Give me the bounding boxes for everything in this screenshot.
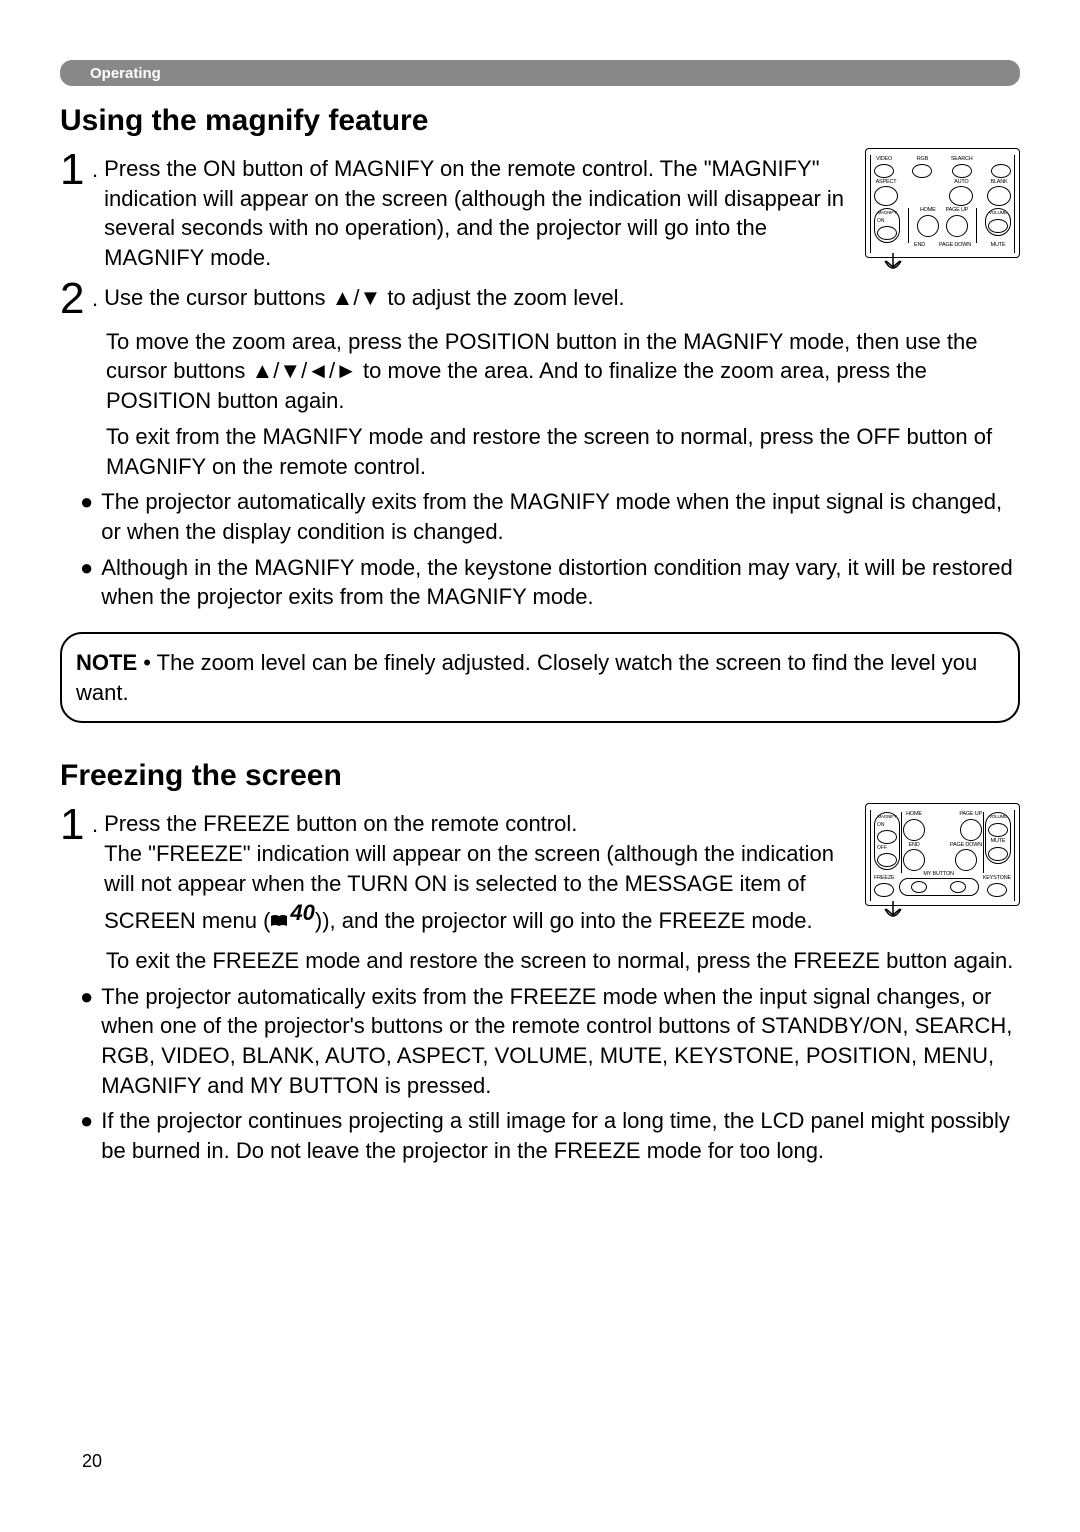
magnify-step-1: 1 . Press the ON button of MAGNIFY on th… [60,148,845,273]
callout-arrow-icon [882,901,904,923]
home-button [917,215,939,237]
volume-group: VOLUME [985,208,1011,236]
magnify-step1-text: Press the ON button of MAGNIFY on the re… [104,148,845,273]
freeze-button [874,883,894,897]
step-number: 2 [60,277,90,321]
magnify-step2a-text: Use the cursor buttons ▲/▼ to adjust the… [104,277,1020,313]
freeze-step-1: 1 . Press the FREEZE button on the remot… [60,803,845,936]
remote-diagram-magnify: VIDEO RGB SEARCH ASPECT AUTO BLANK MAGNI… [865,148,1020,258]
aspect-button [874,186,898,206]
blank-small [991,164,1011,178]
magnify-bullet-2: ● Although in the MAGNIFY mode, the keys… [80,553,1020,612]
callout-arrow-icon [882,253,904,275]
magnify-step2c-text: To exit from the MAGNIFY mode and restor… [106,422,1020,481]
magnify-group-2: MAGNIFY ON OFF [874,812,900,870]
note-box: NOTE • The zoom level can be finely adju… [60,632,1020,723]
rgb-button [912,164,932,178]
bullet-icon: ● [80,553,93,612]
volume-button [988,219,1008,233]
freeze-bullet-2: ● If the projector continues projecting … [80,1106,1020,1165]
magnify-bullet-1: ● The projector automatically exits from… [80,487,1020,546]
blank-button [987,186,1011,206]
magnify-step-2: 2 . Use the cursor buttons ▲/▼ to adjust… [60,277,1020,321]
freeze-title: Freezing the screen [60,759,1020,793]
page-reference: 40 [270,898,314,928]
search-button [952,164,972,178]
magnify-group: MAGNIFY ON [874,208,900,243]
auto-button [949,186,973,206]
book-icon [270,906,288,920]
step-number: 1 [60,803,90,847]
bullet-icon: ● [80,487,93,546]
freeze-step1c-text: To exit the FREEZE mode and restore the … [106,946,1020,976]
video-button [874,164,894,178]
note-label: NOTE [76,650,137,675]
section-header-label: Operating [90,65,161,82]
bullet-icon: ● [80,1106,93,1165]
page-number: 20 [82,1451,102,1472]
magnify-title: Using the magnify feature [60,104,1020,138]
note-text: • The zoom level can be finely adjusted.… [76,650,977,705]
bullet-icon: ● [80,982,93,1101]
magnify-step2b-text: To move the zoom area, press the POSITIO… [106,327,1020,416]
freeze-step1-text: Press the FREEZE button on the remote co… [104,803,845,936]
magnify-on-button [877,226,897,240]
freeze-bullet-1: ● The projector automatically exits from… [80,982,1020,1101]
step-number: 1 [60,148,90,192]
remote-diagram-freeze: MAGNIFY ON OFF HOME PAGE UP [865,803,1020,906]
pageup-button [946,215,968,237]
volume-group-2: VOLUME MUTE [985,812,1011,864]
section-header-bar: Operating [60,60,1020,86]
